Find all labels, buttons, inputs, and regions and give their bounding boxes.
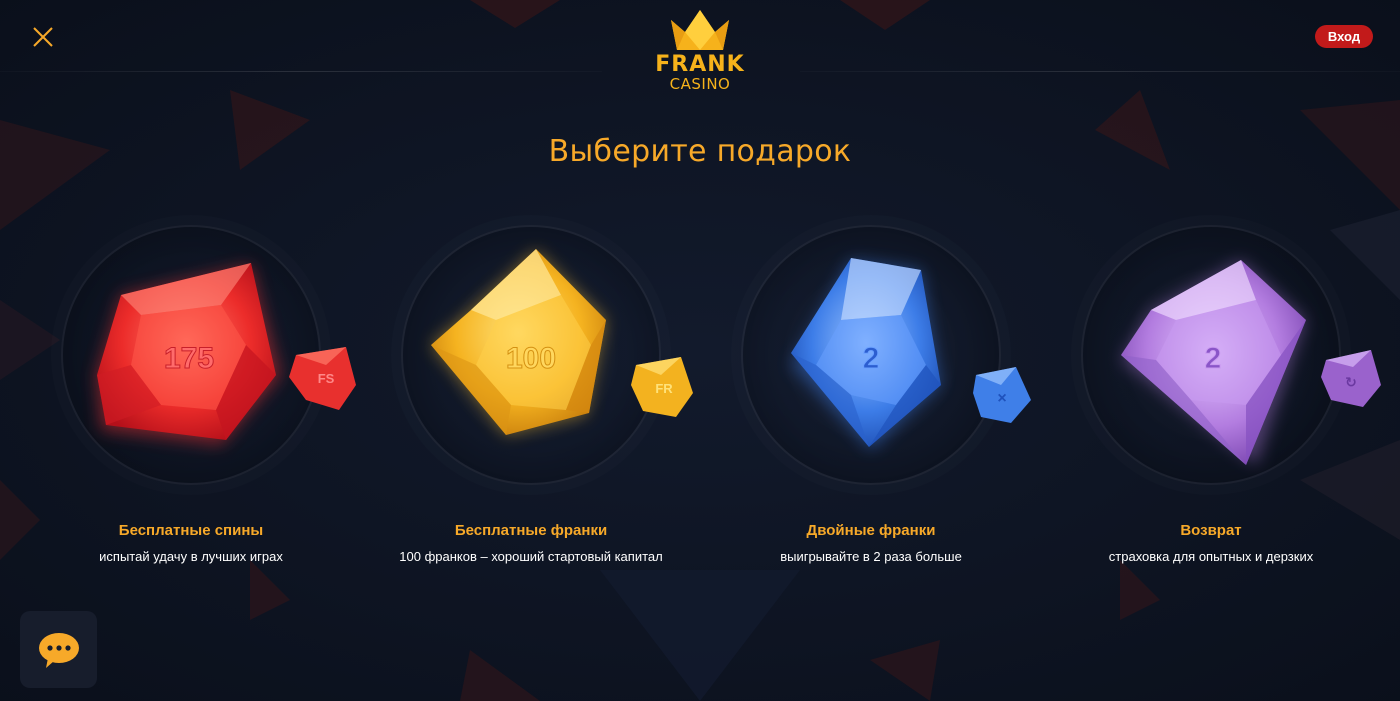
gift-badge: FS xyxy=(318,371,335,386)
gift-double-franks[interactable]: 2 × Двойные франки выигрывайте в 2 раза … xyxy=(701,225,1041,585)
gift-description: испытай удачу в лучших играх xyxy=(99,549,283,564)
red-gem-icon: 175 FS xyxy=(21,225,361,485)
page-title: Выберите подарок xyxy=(548,134,852,169)
crown-icon xyxy=(671,10,729,50)
chat-bubble-icon xyxy=(38,632,79,668)
gift-description: выигрывайте в 2 раза больше xyxy=(780,549,962,564)
gift-description: 100 франков – хороший стартовый капитал xyxy=(399,549,663,564)
gift-description: страховка для опытных и дерзких xyxy=(1108,549,1314,564)
gift-title: Возврат xyxy=(1180,522,1242,539)
purple-gem-icon: 2 ↻ xyxy=(1041,225,1381,485)
blue-gem-icon: 2 × xyxy=(701,225,1041,485)
gift-cashback[interactable]: 2 ↻ Возврат страховка для опытных и дерз… xyxy=(1041,225,1381,585)
close-icon xyxy=(33,27,53,47)
gift-value: 2 xyxy=(1205,342,1222,375)
gift-badge: FR xyxy=(655,381,673,396)
logo-sub: CASINO xyxy=(669,75,731,93)
gift-value: 2 xyxy=(863,342,880,375)
gift-badge: ↻ xyxy=(1345,375,1357,391)
gift-title: Бесплатные спины xyxy=(118,522,264,539)
gift-title: Двойные франки xyxy=(806,522,936,539)
gift-free-franks[interactable]: 100 FR Бесплатные франки 100 франков – х… xyxy=(361,225,701,585)
gift-value: 100 xyxy=(506,342,556,375)
login-button[interactable]: Вход xyxy=(1315,25,1373,48)
chat-button[interactable] xyxy=(20,611,97,688)
gold-gem-icon: 100 FR xyxy=(361,225,701,485)
gift-list: 175 FS Бесплатные спины испытай удачу в … xyxy=(0,0,1400,701)
gift-badge: × xyxy=(997,390,1006,407)
gift-free-spins[interactable]: 175 FS Бесплатные спины испытай удачу в … xyxy=(21,225,361,585)
gift-title: Бесплатные франки xyxy=(454,522,608,539)
logo-brand: FRANK xyxy=(655,52,745,77)
gift-value: 175 xyxy=(164,342,214,375)
close-button[interactable] xyxy=(28,22,58,52)
frank-casino-logo[interactable]: FRANK CASINO xyxy=(640,6,760,98)
